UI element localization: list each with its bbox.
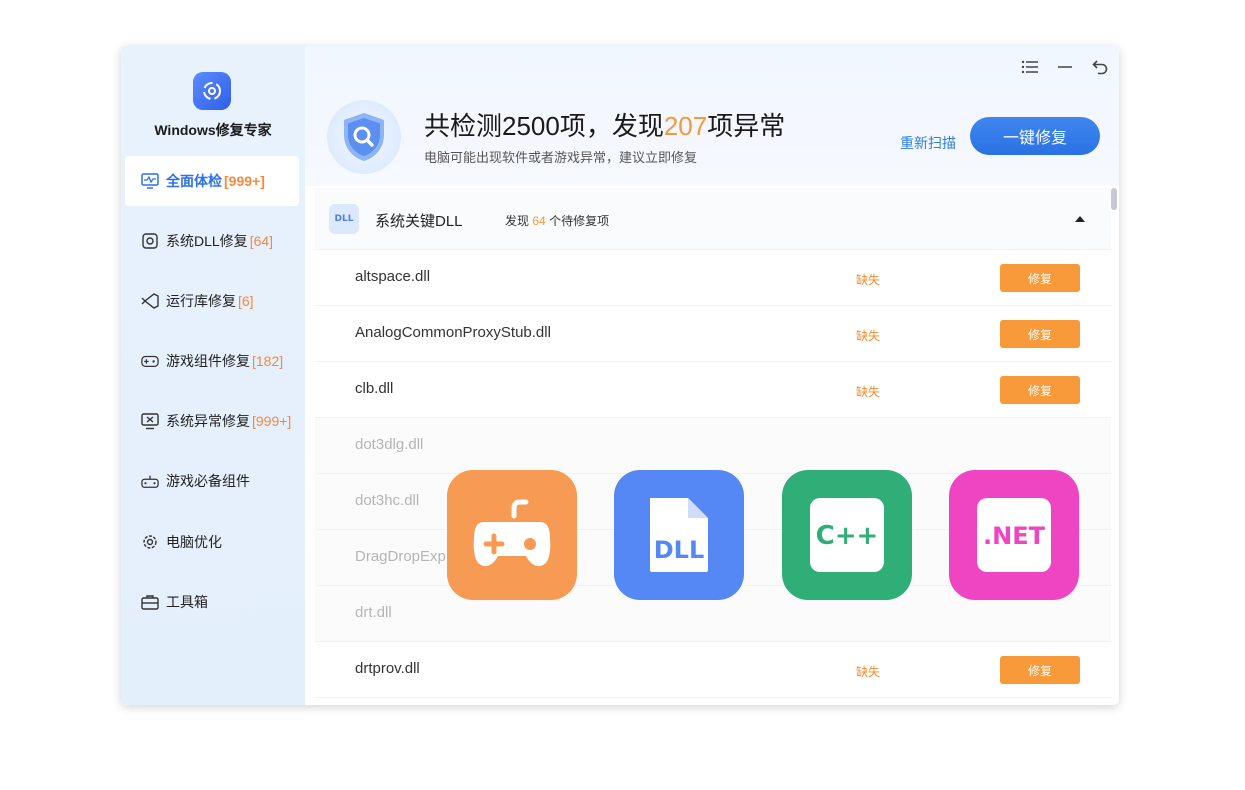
dll-file-tile-icon: DLL [614,470,744,600]
fix-button[interactable]: 修复 [1000,656,1080,684]
fix-all-button[interactable]: 一键修复 [970,117,1100,155]
toolbox-icon [141,593,159,611]
repair-gear-icon [193,72,231,110]
table-row: drtprov.dll 缺失 修复 [315,642,1111,698]
sidebar-item-system-exception-repair[interactable]: 系统异常修复 [999+] [125,396,299,446]
sidebar-item-label: 全面体检 [166,173,222,189]
gamepad-icon [141,352,159,370]
monitor-error-icon [141,412,159,430]
dll-gear-icon [141,232,159,250]
back-icon[interactable] [1089,56,1111,78]
app-title: Windows修复专家 [154,122,272,138]
fix-button[interactable]: 修复 [1000,376,1080,404]
file-name: dot3hc.dll [355,492,420,509]
scan-summary-header: 共检测2500项，发现207项异常 电脑可能出现软件或者游戏异常，建议立即修复 … [305,46,1119,186]
sidebar-item-badge: [999+] [224,173,265,189]
cpp-tile-label: C++ [816,521,879,551]
status-label: 缺失 [856,329,881,343]
sidebar-item-game-component-repair[interactable]: 游戏组件修复 [182] [125,336,299,386]
sidebar-item-badge: [64] [249,233,274,249]
sidebar-item-label: 工具箱 [166,594,208,610]
file-name: clb.dll [355,380,394,397]
fix-button[interactable]: 修复 [1000,320,1080,348]
sidebar-item-label: 系统异常修复 [166,413,250,429]
status-label: 缺失 [856,273,881,287]
headline-suffix: 项异常 [707,111,786,141]
sidebar-item-game-essentials[interactable]: 游戏必备组件 [125,456,299,506]
fix-button[interactable]: 修复 [1000,264,1080,292]
sidebar: Windows修复专家 全面体检 [999+] 系统DLL修复 [64] 运行库… [121,46,305,705]
collapse-arrow-icon[interactable] [1073,212,1087,226]
scan-result-subline: 电脑可能出现软件或者游戏异常，建议立即修复 [424,150,698,165]
file-name: AnalogCommonProxyStub.dll [355,324,551,341]
main-panel: 共检测2500项，发现207项异常 电脑可能出现软件或者游戏异常，建议立即修复 … [305,46,1119,705]
table-row: AnalogCommonProxyStub.dll 缺失 修复 [315,306,1111,362]
sidebar-item-badge: [999+] [252,413,292,429]
sidebar-item-full-check[interactable]: 全面体检 [999+] [125,156,299,206]
file-name: altspace.dll [355,268,431,285]
sidebar-item-label: 系统DLL修复 [166,233,248,249]
cpp-tile-icon: C++ [782,470,912,600]
group-count: 发现 64 个待修复项 [505,212,609,229]
table-row: dot3dlg.dll [315,418,1111,474]
sidebar-item-badge: [182] [252,353,284,369]
dotnet-tile-label: .NET [983,522,1046,550]
scan-result-headline: 共检测2500项，发现207项异常 [424,106,785,143]
sidebar-item-runtime-repair[interactable]: 运行库修复 [6] [125,276,299,326]
file-name: DragDropExp [355,548,446,565]
dll-file-icon: DLL [329,204,359,234]
brand: Windows修复专家 [121,46,305,150]
dll-chip-label: DLL [334,214,354,224]
sidebar-item-label: 运行库修复 [166,293,236,309]
group-header-system-dll[interactable]: DLL 系统关键DLL 发现 64 个待修复项 [315,188,1111,250]
sidebar-item-dll-repair[interactable]: 系统DLL修复 [64] [125,216,299,266]
scrollbar-thumb[interactable] [1111,188,1117,210]
group-title: 系统关键DLL [375,213,463,230]
monitor-pulse-icon [141,172,159,190]
file-name: dot3dlg.dll [355,436,424,453]
status-label: 缺失 [856,665,881,679]
table-row: altspace.dll 缺失 修复 [315,250,1111,306]
file-name: drt.dll [355,604,392,621]
sidebar-item-label: 游戏必备组件 [166,473,250,489]
status-label: 缺失 [856,385,881,399]
sidebar-item-pc-optimize[interactable]: 电脑优化 [125,517,299,567]
issue-list: DLL 系统关键DLL 发现 64 个待修复项 altspace.dll 缺失 … [305,188,1119,705]
file-name: drtprov.dll [355,660,420,677]
count-prefix: 发现 [505,214,530,228]
dotnet-tile-icon: .NET [949,470,1079,600]
sidebar-item-badge: [6] [238,293,254,309]
shield-search-icon [327,100,401,174]
visual-studio-icon [141,292,159,310]
anomaly-count: 207 [663,111,708,141]
minimize-icon[interactable] [1054,56,1076,78]
sidebar-item-label: 电脑优化 [166,534,222,550]
joystick-icon [141,472,159,490]
dll-tile-label: DLL [654,536,705,564]
sidebar-item-label: 游戏组件修复 [166,353,250,369]
sidebar-item-toolbox[interactable]: 工具箱 [125,577,299,627]
headline-prefix: 共检测2500项，发现 [424,111,664,141]
gamepad-tile-icon [447,470,577,600]
count-suffix: 个待修复项 [549,214,610,228]
menu-icon[interactable] [1019,56,1041,78]
count-number: 64 [532,214,546,228]
rescan-link[interactable]: 重新扫描 [900,133,956,153]
gear-icon [141,533,159,551]
app-window: Windows修复专家 全面体检 [999+] 系统DLL修复 [64] 运行库… [121,46,1119,705]
table-row: clb.dll 缺失 修复 [315,362,1111,418]
